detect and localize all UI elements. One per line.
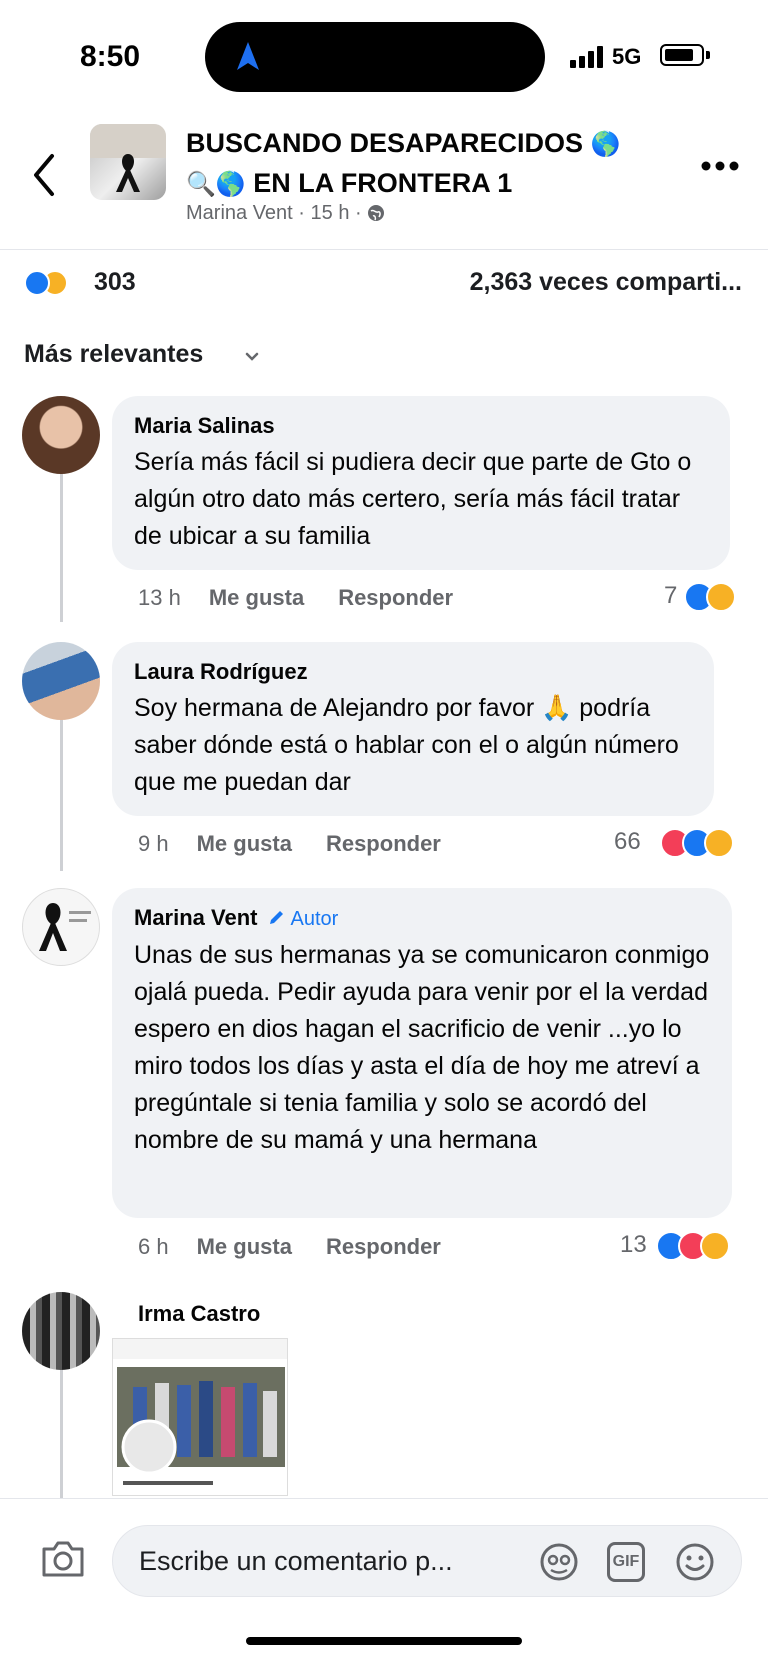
camera-icon[interactable] xyxy=(40,1539,86,1579)
comment-text: Unas de sus hermanas ya se comunicaron c… xyxy=(134,941,710,1154)
comment-actions: 6 h Me gusta Responder xyxy=(138,1234,475,1260)
more-options-icon[interactable] xyxy=(700,160,740,172)
comment-reactions[interactable]: 7 xyxy=(662,580,752,614)
comment-input[interactable]: Escribe un comentario p... GIF xyxy=(112,1525,742,1597)
globe-icon: 🌎 xyxy=(215,171,246,198)
thread-line xyxy=(60,716,63,871)
comment-text: Sería más fácil si pudiera decir que par… xyxy=(134,448,692,550)
comment-bubble: Marina Vent Autor Unas de sus hermanas ya… xyxy=(112,888,732,1218)
share-count[interactable]: 2,363 veces comparti... xyxy=(470,268,742,297)
comment-actions: 9 h Me gusta Responder xyxy=(138,831,475,857)
location-arrow-icon xyxy=(237,42,259,70)
home-indicator xyxy=(246,1637,522,1645)
pencil-icon xyxy=(270,911,284,924)
comment-author: Marina Vent Autor xyxy=(134,905,339,930)
globe-privacy-icon xyxy=(368,205,385,221)
status-time: 8:50 xyxy=(80,40,141,73)
comment-text: Soy hermana de Alejandro por favor 🙏 pod… xyxy=(134,694,679,796)
avatar[interactable] xyxy=(22,642,100,720)
comment-author[interactable]: Laura Rodríguez xyxy=(134,658,692,686)
black-ribbon-icon xyxy=(39,903,91,951)
avatar[interactable] xyxy=(22,888,100,966)
comment-reactions[interactable]: 13 xyxy=(620,1229,752,1263)
post-stats: 303 2,363 veces comparti... xyxy=(0,260,768,310)
comment-time[interactable]: 6 h xyxy=(138,1234,169,1259)
post-meta: Marina Vent · 15 h · xyxy=(186,202,385,225)
dynamic-island xyxy=(205,22,545,92)
reaction-number: 66 xyxy=(614,828,641,855)
comment-actions: 13 h Me gusta Responder xyxy=(138,585,487,611)
post-author[interactable]: Marina Vent xyxy=(186,202,293,224)
back-icon[interactable] xyxy=(28,150,58,200)
battery-icon xyxy=(660,44,704,66)
comment-placeholder: Escribe un comentario p... xyxy=(139,1546,453,1576)
like-button[interactable]: Me gusta xyxy=(197,831,292,856)
care-reaction-icon xyxy=(700,1231,730,1261)
comment-author[interactable]: Maria Salinas xyxy=(134,412,708,440)
comment-bubble: Laura Rodríguez Soy hermana de Alejandro… xyxy=(112,642,714,816)
comment-composer-bar: Escribe un comentario p... GIF xyxy=(0,1498,768,1663)
comment-reactions[interactable]: 66 xyxy=(612,826,752,860)
attached-photo xyxy=(113,1339,287,1485)
reply-button[interactable]: Responder xyxy=(326,831,441,856)
group-avatar[interactable] xyxy=(90,124,166,200)
emoji-icon[interactable] xyxy=(675,1542,715,1582)
reply-button[interactable]: Responder xyxy=(338,585,453,610)
comment-image-attachment[interactable] xyxy=(112,1338,288,1496)
sort-dropdown[interactable]: Más relevantes xyxy=(24,340,203,369)
post-header: BUSCANDO DESAPARECIDOS 🌎 🔍🌎 EN LA FRONTE… xyxy=(0,110,768,250)
author-badge: Autor xyxy=(267,908,338,930)
comment-time[interactable]: 9 h xyxy=(138,831,169,856)
chevron-down-icon[interactable] xyxy=(245,352,259,362)
care-reaction-icon xyxy=(704,828,734,858)
reaction-count[interactable]: 303 xyxy=(94,268,136,297)
gif-icon[interactable]: GIF xyxy=(607,1542,645,1582)
like-button[interactable]: Me gusta xyxy=(197,1234,292,1259)
magnifier-icon: 🔍 xyxy=(186,171,216,198)
avatar[interactable] xyxy=(22,1292,100,1370)
thread-line xyxy=(60,1370,63,1498)
reaction-number: 7 xyxy=(664,582,678,609)
thread-line xyxy=(60,452,63,622)
like-reaction-icon xyxy=(24,270,50,296)
comment-bubble: Maria Salinas Sería más fácil si pudiera… xyxy=(112,396,730,570)
globe-icon: 🌎 xyxy=(590,131,621,158)
black-ribbon-icon xyxy=(90,124,166,192)
haha-reaction-icon xyxy=(706,582,736,612)
signal-icon xyxy=(570,46,603,68)
comment-time[interactable]: 13 h xyxy=(138,585,181,610)
avatar[interactable] xyxy=(22,396,100,474)
status-bar: 8:50 5G xyxy=(0,0,768,110)
comment-author[interactable]: Irma Castro xyxy=(138,1300,260,1328)
post-time[interactable]: 15 h xyxy=(311,202,350,224)
group-title[interactable]: BUSCANDO DESAPARECIDOS 🌎 🔍🌎 EN LA FRONTE… xyxy=(186,124,656,204)
network-label: 5G xyxy=(612,44,642,69)
avatar-sticker-icon[interactable] xyxy=(539,1542,579,1582)
reply-button[interactable]: Responder xyxy=(326,1234,441,1259)
reaction-number: 13 xyxy=(620,1231,647,1258)
like-button[interactable]: Me gusta xyxy=(209,585,304,610)
